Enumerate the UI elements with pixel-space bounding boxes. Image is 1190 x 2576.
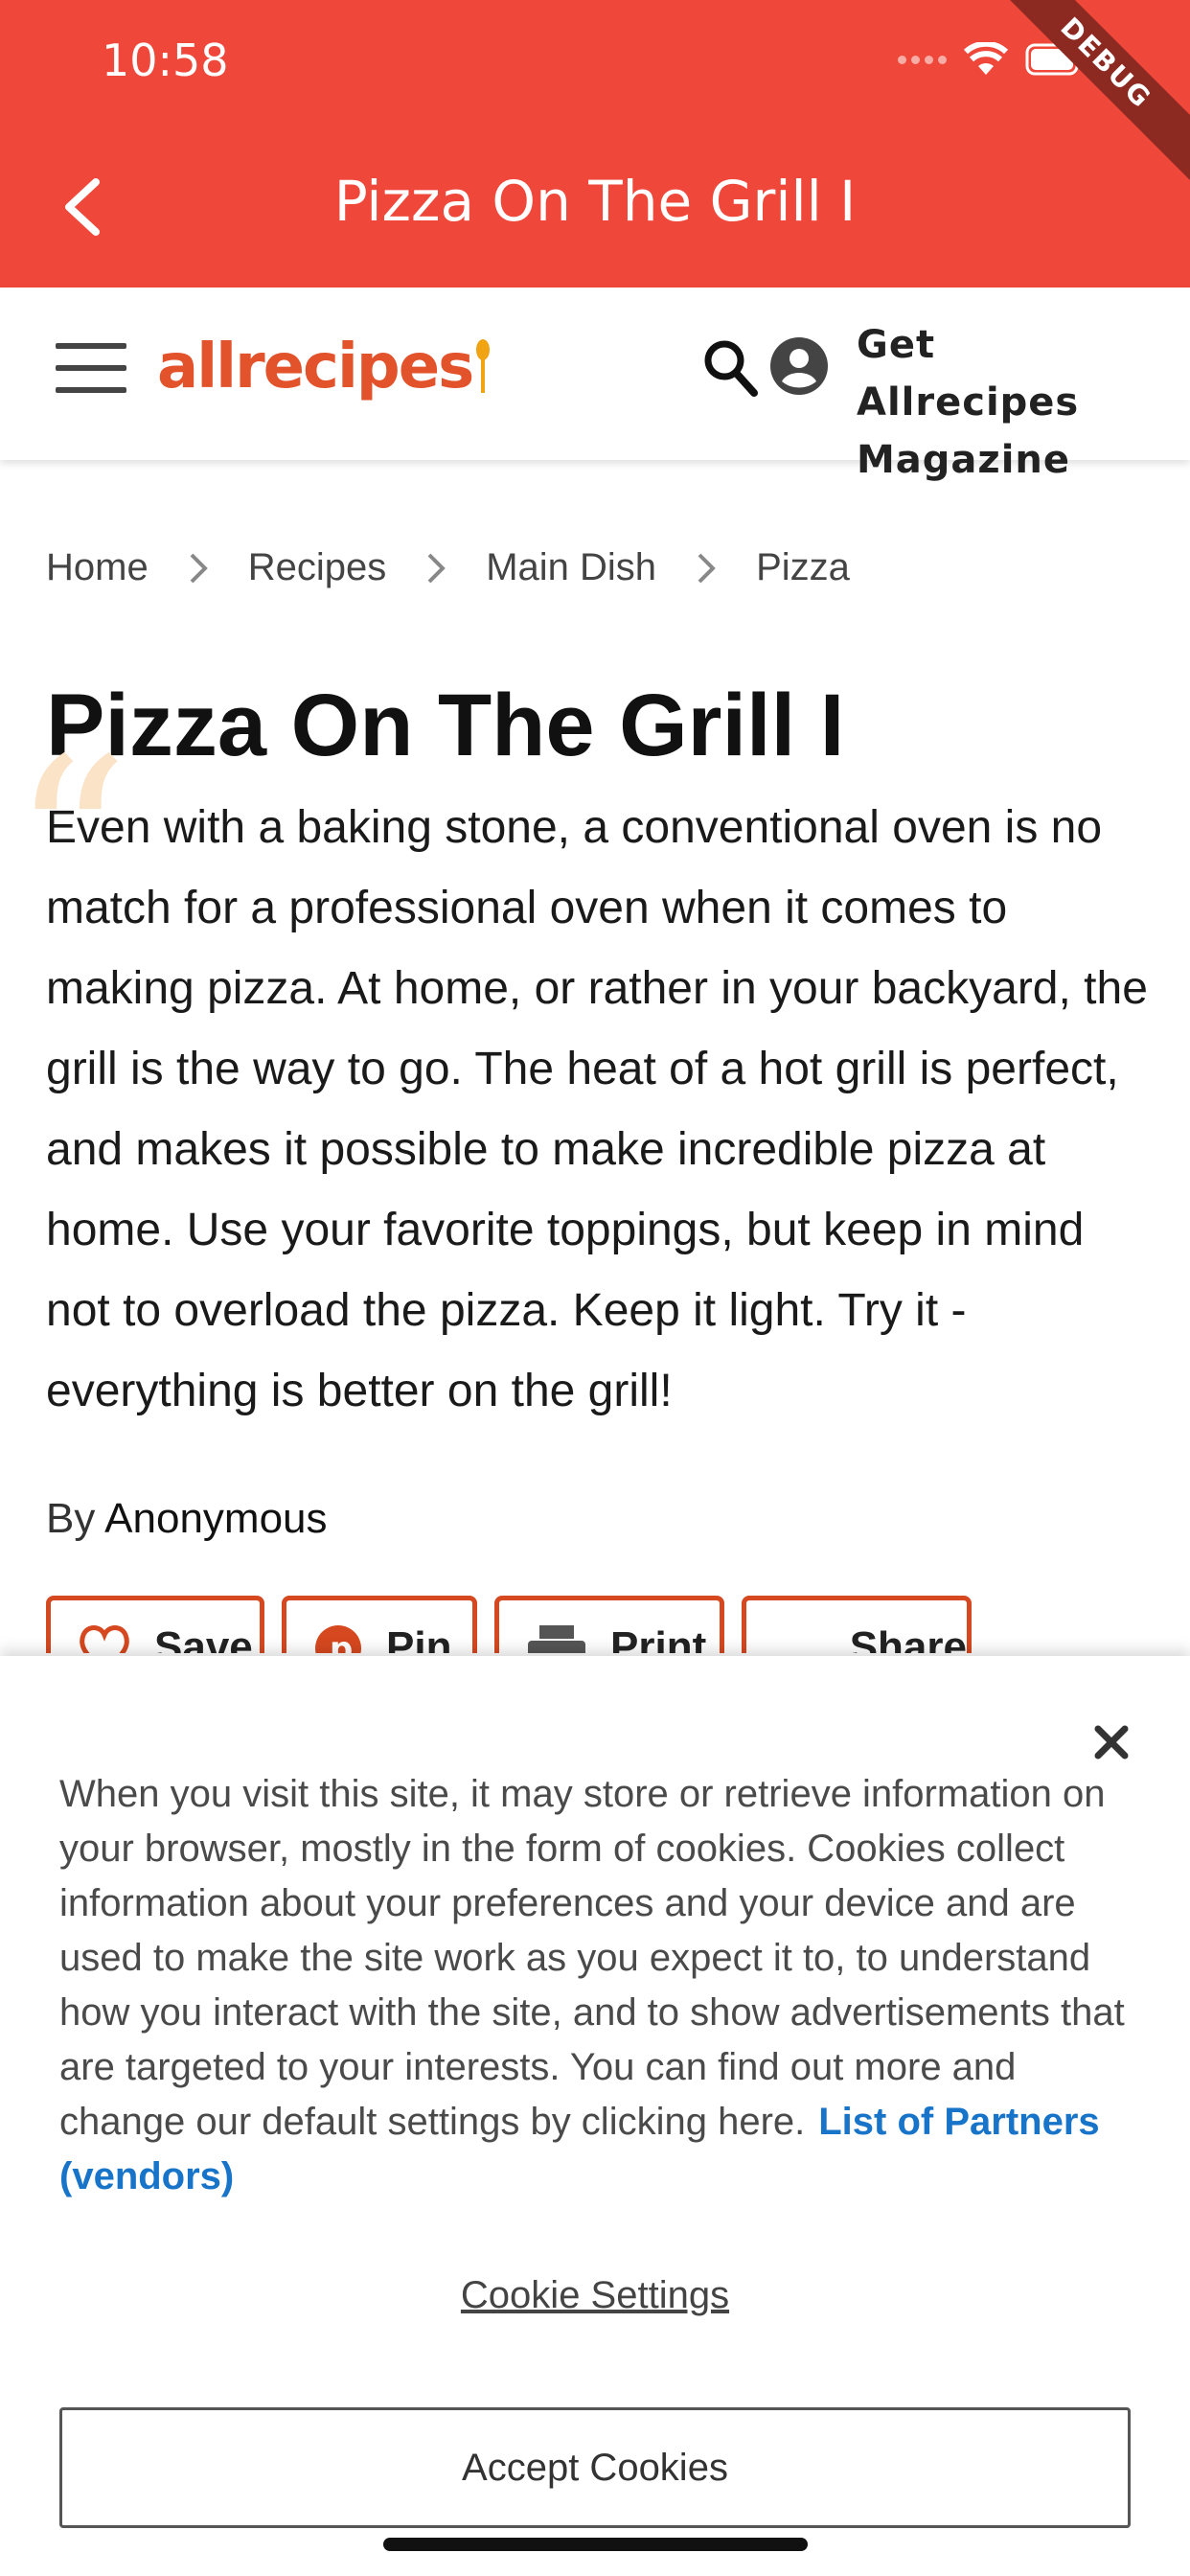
breadcrumb: Home Recipes Main Dish Pizza	[46, 546, 850, 589]
save-button[interactable]: Save	[46, 1596, 264, 1653]
account-icon[interactable]	[768, 335, 830, 397]
chevron-right-icon	[677, 547, 735, 589]
printer-icon	[528, 1625, 585, 1653]
wifi-icon	[964, 42, 1008, 75]
get-magazine-link[interactable]: Get Allrecipes Magazine	[857, 316, 1163, 489]
app-bar: 10:58 DEBUG Pizza On The Grill I	[0, 0, 1190, 288]
cookie-settings-link[interactable]: Cookie Settings	[0, 2274, 1190, 2317]
cookie-message: When you visit this site, it may store o…	[59, 1767, 1142, 2204]
accept-cookies-button[interactable]: Accept Cookies	[59, 2407, 1131, 2528]
chevron-right-icon	[170, 547, 227, 589]
page-title: Pizza On The Grill I	[46, 677, 845, 774]
status-time: 10:58	[102, 34, 229, 86]
action-buttons: Save p Pin Print Share	[46, 1596, 1148, 1653]
svg-text:p: p	[330, 1630, 353, 1653]
pin-label: Pin	[386, 1623, 452, 1653]
cellular-signal-icon	[898, 55, 947, 64]
breadcrumb-pizza[interactable]: Pizza	[756, 546, 850, 589]
magazine-line2: Magazine	[857, 438, 1071, 482]
menu-icon[interactable]	[56, 343, 126, 397]
search-icon[interactable]	[701, 337, 759, 399]
recipe-description: Even with a baking stone, a conventional…	[46, 802, 1148, 1416]
magazine-line1: Get Allrecipes	[857, 323, 1080, 425]
share-button[interactable]: Share	[742, 1596, 972, 1653]
byline: By Anonymous	[46, 1495, 328, 1543]
home-indicator[interactable]	[383, 2538, 808, 2551]
chevron-right-icon	[407, 547, 465, 589]
spoon-icon	[476, 339, 491, 393]
share-label: Share	[849, 1623, 967, 1653]
cookie-text: When you visit this site, it may store o…	[59, 1773, 1125, 2143]
breadcrumb-main-dish[interactable]: Main Dish	[486, 546, 656, 589]
site-header: allrecipes Get Allrecipes Magazine	[0, 288, 1190, 482]
allrecipes-logo[interactable]: allrecipes	[157, 332, 491, 402]
cookie-banner: When you visit this site, it may store o…	[0, 1656, 1190, 2576]
more-dots-icon	[782, 1652, 818, 1653]
breadcrumb-home[interactable]: Home	[46, 546, 149, 589]
print-button[interactable]: Print	[494, 1596, 724, 1653]
heart-icon	[80, 1625, 129, 1653]
pin-button[interactable]: p Pin	[282, 1596, 477, 1653]
debug-banner: DEBUG	[987, 0, 1190, 182]
author-name[interactable]: Anonymous	[104, 1495, 327, 1542]
app-bar-title: Pizza On The Grill I	[333, 169, 857, 234]
print-label: Print	[610, 1623, 707, 1653]
save-label: Save	[154, 1623, 253, 1653]
breadcrumb-recipes[interactable]: Recipes	[248, 546, 387, 589]
byline-prefix: By	[46, 1495, 96, 1542]
pinterest-icon: p	[315, 1625, 361, 1653]
close-icon[interactable]	[1092, 1723, 1131, 1761]
